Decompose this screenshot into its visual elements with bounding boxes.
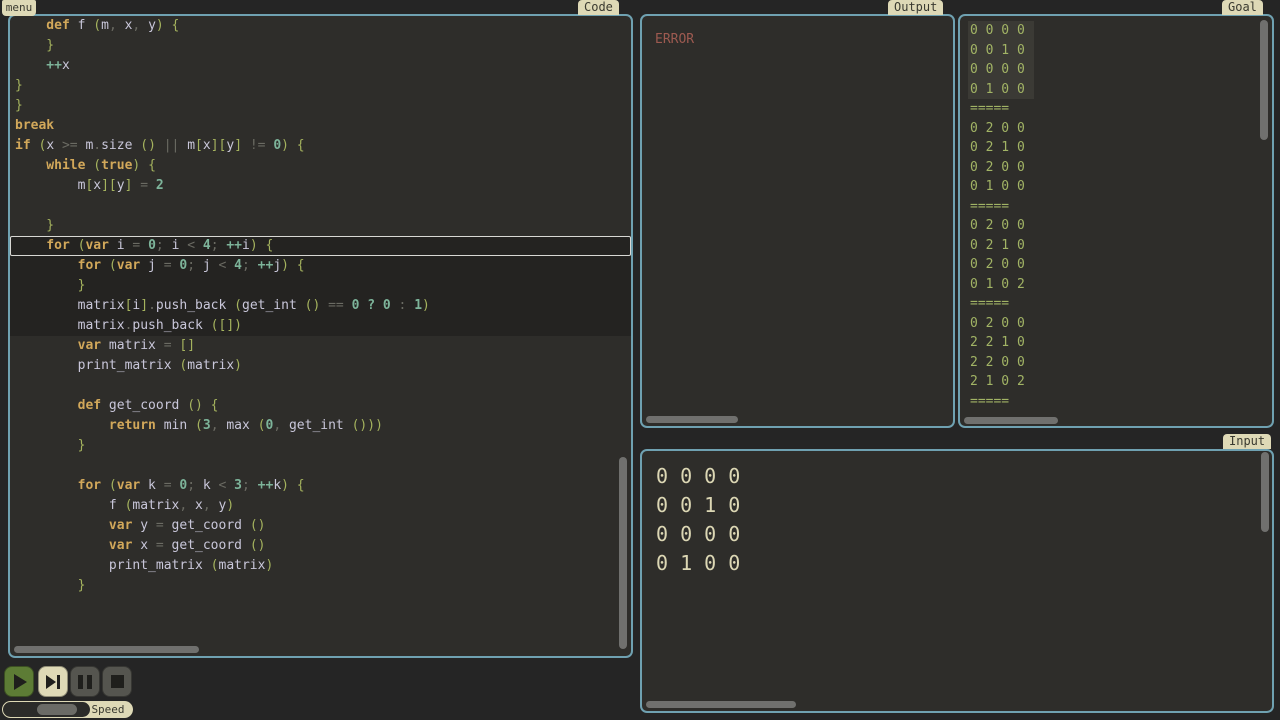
code-line: for (var k = 0; k < 3; ++k) { [10,476,631,496]
code-line: } [10,276,631,296]
code-panel: def f (m, x, y) { } ++x}}breakif (x >= m… [8,14,633,658]
goal-separator: ===== [970,197,1034,217]
goal-matrix-row: 0 0 1 0 [970,41,1025,61]
goal-matrix-row: 0 2 1 0 [970,236,1034,256]
goal-matrix-row: 0 0 0 0 [970,21,1025,41]
input-content[interactable]: 0 0 0 00 0 1 00 0 0 00 1 0 0 [656,462,740,578]
step-forward-icon [46,675,60,689]
tab-code[interactable]: Code [578,0,619,15]
code-line: while (true) { [10,156,631,176]
goal-matrix-row: 2 2 1 0 [970,333,1034,353]
speed-slider-track[interactable] [3,702,90,717]
goal-separator: ===== [970,392,1034,412]
goal-matrix-row: 0 2 0 0 [970,255,1034,275]
goal-matrix-block: 0 2 0 02 2 1 02 2 0 02 1 0 2 [970,314,1034,392]
goal-matrix-row: 0 2 0 0 [970,158,1034,178]
code-line: } [10,436,631,456]
code-line [10,376,631,396]
output-horizontal-scrollbar[interactable] [646,416,738,423]
code-line: matrix.push_back ([]) [10,316,631,336]
input-matrix-row: 0 0 0 0 [656,520,740,549]
goal-matrix-block: 0 2 0 00 2 1 00 2 0 00 1 0 2 [970,216,1034,294]
pause-button[interactable] [70,666,100,697]
code-line: def get_coord () { [10,396,631,416]
goal-matrix-row: 0 1 0 0 [970,177,1034,197]
goal-separator: ===== [970,294,1034,314]
code-line: for (var j = 0; j < 4; ++j) { [10,256,631,276]
code-line-current: for (var i = 0; i < 4; ++i) { [10,236,631,256]
tab-output[interactable]: Output [888,0,943,15]
code-line: def f (m, x, y) { [10,16,631,36]
output-error-text: ERROR [655,32,694,47]
input-horizontal-scrollbar[interactable] [646,701,796,708]
code-line [10,456,631,476]
input-matrix-row: 0 0 1 0 [656,491,740,520]
input-matrix-row: 0 1 0 0 [656,549,740,578]
goal-matrix-row: 0 2 1 0 [970,138,1034,158]
goal-separator: ===== [970,99,1034,119]
code-line: } [10,216,631,236]
code-line: if (x >= m.size () || m[x][y] != 0) { [10,136,631,156]
goal-matrix-row: 0 2 0 0 [970,119,1034,139]
code-line: matrix[i].push_back (get_int () == 0 ? 0… [10,296,631,316]
code-line [10,196,631,216]
goal-horizontal-scrollbar[interactable] [964,417,1058,424]
goal-matrix-row: 2 2 0 0 [970,353,1034,373]
goal-matrix-row: 0 2 0 0 [970,314,1034,334]
input-matrix-row: 0 0 0 0 [656,462,740,491]
step-button[interactable] [38,666,68,697]
code-line: m[x][y] = 2 [10,176,631,196]
code-line: print_matrix (matrix) [10,556,631,576]
goal-content: 0 0 0 00 0 1 00 0 0 00 1 0 0=====0 2 0 0… [970,21,1034,411]
code-line: var matrix = [] [10,336,631,356]
code-line: var x = get_coord () [10,536,631,556]
goal-matrix-row: 0 2 0 0 [970,216,1034,236]
goal-matrix-block: 0 2 0 00 2 1 00 2 0 00 1 0 0 [970,119,1034,197]
code-editor[interactable]: def f (m, x, y) { } ++x}}breakif (x >= m… [10,16,631,656]
play-button[interactable] [4,666,34,697]
code-horizontal-scrollbar[interactable] [14,646,199,653]
speed-slider[interactable]: Speed [2,701,133,718]
pause-icon [78,675,92,689]
code-line: ++x [10,56,631,76]
goal-matrix-row: 2 1 0 2 [970,372,1034,392]
input-vertical-scrollbar[interactable] [1261,452,1269,532]
output-panel: ERROR [640,14,955,428]
code-line: } [10,96,631,116]
play-icon [14,674,27,690]
code-line: } [10,76,631,96]
stop-button[interactable] [102,666,132,697]
goal-matrix-block: 0 0 0 00 0 1 00 0 0 00 1 0 0 [968,21,1034,99]
tab-goal[interactable]: Goal [1222,0,1263,15]
code-line: } [10,36,631,56]
code-line: return min (3, max (0, get_int ())) [10,416,631,436]
tab-input[interactable]: Input [1223,434,1271,449]
code-line: break [10,116,631,136]
stop-icon [111,675,124,688]
goal-matrix-row: 0 1 0 0 [970,80,1025,100]
code-vertical-scrollbar[interactable] [619,457,627,649]
code-line: var y = get_coord () [10,516,631,536]
code-line: f (matrix, x, y) [10,496,631,516]
code-line: } [10,576,631,596]
goal-matrix-row: 0 0 0 0 [970,60,1025,80]
goal-matrix-row: 0 1 0 2 [970,275,1034,295]
goal-panel: 0 0 0 00 0 1 00 0 0 00 1 0 0=====0 2 0 0… [958,14,1274,428]
code-line: print_matrix (matrix) [10,356,631,376]
menu-button[interactable]: menu [2,0,36,16]
speed-label: Speed [86,701,130,718]
input-panel: 0 0 0 00 0 1 00 0 0 00 1 0 0 [640,449,1274,713]
speed-slider-thumb[interactable] [37,704,77,715]
goal-vertical-scrollbar[interactable] [1260,20,1268,140]
